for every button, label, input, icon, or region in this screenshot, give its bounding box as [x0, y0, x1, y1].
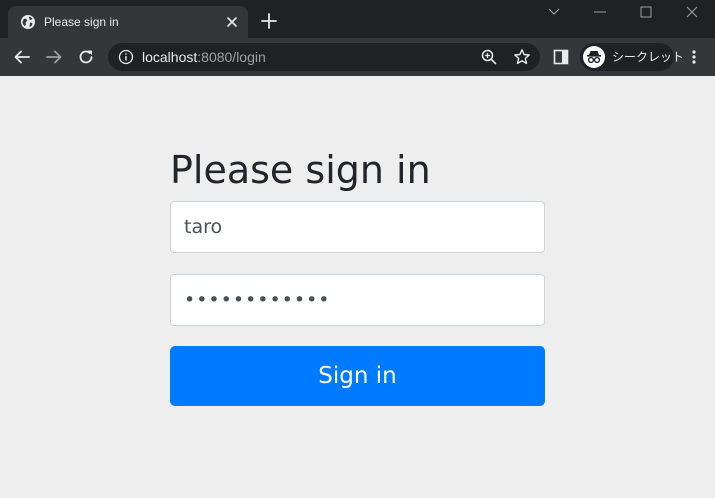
window-close-button[interactable]	[669, 0, 715, 24]
back-arrow-icon	[14, 50, 30, 64]
reload-icon	[79, 50, 93, 64]
reload-button[interactable]	[76, 47, 96, 67]
globe-icon	[21, 15, 35, 29]
tab-search-button[interactable]	[531, 0, 577, 24]
page-title: Please sign in	[170, 148, 431, 192]
forward-arrow-icon	[46, 50, 62, 64]
address-bar[interactable]: localhost:8080/login	[108, 43, 540, 71]
url-text[interactable]: localhost:8080/login	[142, 49, 266, 65]
maximize-icon	[640, 6, 652, 18]
maximize-button[interactable]	[623, 0, 669, 24]
login-page: Please sign in Sign in	[0, 76, 715, 498]
chevron-down-icon	[548, 8, 560, 15]
username-field[interactable]	[170, 201, 545, 253]
minimize-icon	[594, 11, 606, 13]
forward-button[interactable]	[44, 47, 64, 67]
url-host: localhost	[142, 49, 198, 65]
password-field[interactable]	[170, 274, 545, 326]
zoom-icon[interactable]	[481, 49, 497, 65]
back-button[interactable]	[12, 47, 32, 67]
url-path: :8080/login	[197, 49, 266, 65]
close-icon[interactable]	[224, 14, 240, 30]
incognito-icon	[587, 51, 601, 64]
side-panel-icon[interactable]	[553, 49, 569, 65]
tab-title: Please sign in	[44, 15, 119, 29]
incognito-profile-button[interactable]: シークレット	[580, 43, 684, 71]
star-icon[interactable]	[513, 48, 531, 66]
avatar	[583, 46, 605, 68]
incognito-label: シークレット	[612, 50, 685, 64]
tab-active[interactable]: Please sign in	[8, 6, 248, 38]
browser-toolbar: localhost:8080/login シークレット	[0, 38, 715, 76]
info-icon[interactable]	[118, 49, 134, 65]
plus-icon[interactable]	[260, 12, 278, 30]
kebab-menu-icon[interactable]	[686, 49, 702, 65]
window-close-icon	[686, 6, 698, 18]
minimize-button[interactable]	[577, 0, 623, 24]
sign-in-button[interactable]: Sign in	[170, 346, 545, 406]
tab-strip: Please sign in	[0, 0, 715, 38]
